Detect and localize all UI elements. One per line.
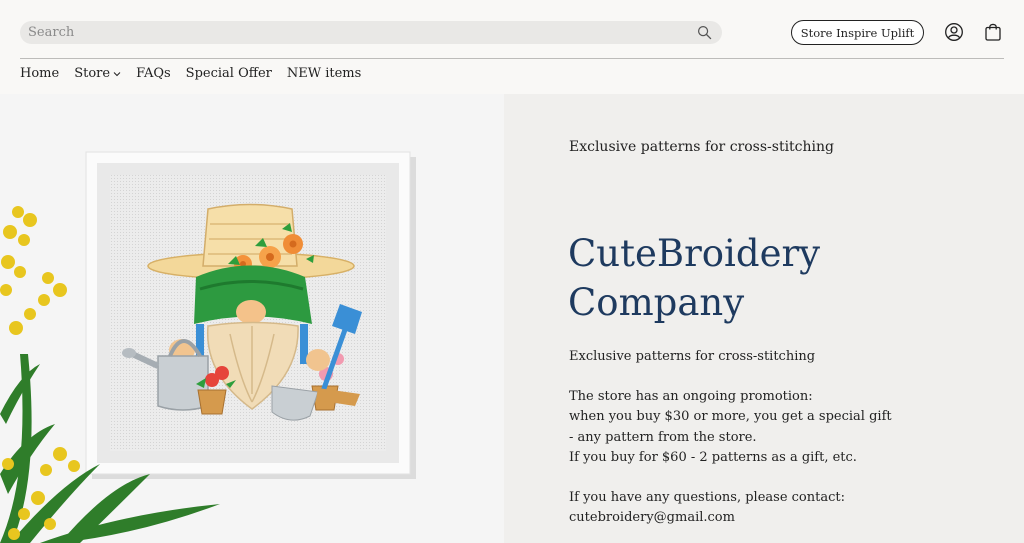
hero-subtitle: Exclusive patterns for cross-stitching — [569, 349, 816, 364]
search-input[interactable] — [28, 23, 688, 42]
store-inspire-uplift-button[interactable]: Store Inspire Uplift — [791, 20, 924, 45]
nav-item-label: Special Offer — [185, 66, 272, 81]
promo-line: The store has an ongoing promotion: — [569, 389, 813, 405]
site-header: Store Inspire Uplift Home Store FAQs Spe… — [0, 0, 1024, 94]
promo-line: If you buy for $60 - 2 patterns as a gif… — [569, 449, 857, 465]
contact-line: If you have any questions, please contac… — [569, 490, 845, 506]
title-line-2: Company — [568, 281, 745, 324]
nav-item-label: NEW items — [286, 66, 362, 81]
hero-kicker: Exclusive patterns for cross-stitching — [569, 139, 834, 155]
hero-body: Exclusive patterns for cross-stitching T… — [569, 347, 989, 528]
hero-text-panel: Exclusive patterns for cross-stitching C… — [504, 94, 1024, 543]
search-bar[interactable] — [20, 21, 722, 44]
nav-item-store[interactable]: Store — [74, 66, 121, 81]
nav-item-label: Home — [20, 66, 60, 81]
nav-item-home[interactable]: Home — [20, 66, 59, 81]
promo-line: when you buy $30 or more, you get a spec… — [569, 409, 892, 425]
nav-item-label: FAQs — [136, 66, 171, 81]
title-line-1: CuteBroidery — [568, 232, 821, 275]
nav-item-label: Store — [74, 66, 111, 81]
nav-item-new-items[interactable]: NEW items — [287, 66, 361, 81]
nav-item-faqs[interactable]: FAQs — [136, 66, 171, 81]
cart-icon[interactable] — [983, 22, 1003, 42]
chevron-down-icon — [113, 71, 121, 76]
contact-email[interactable]: cutebroidery@gmail.com — [569, 508, 989, 528]
page-title: CuteBroidery Company — [568, 229, 988, 327]
hero-image — [0, 94, 504, 543]
main-nav: Home Store FAQs Special Offer NEW items — [20, 66, 361, 81]
nav-item-special-offer[interactable]: Special Offer — [186, 66, 272, 81]
header-divider — [20, 58, 1004, 59]
promo-line: - any pattern from the store. — [569, 429, 757, 445]
search-icon[interactable] — [697, 25, 712, 40]
account-icon[interactable] — [944, 22, 964, 42]
framed-gnome-cross-stitch-image — [0, 94, 504, 543]
